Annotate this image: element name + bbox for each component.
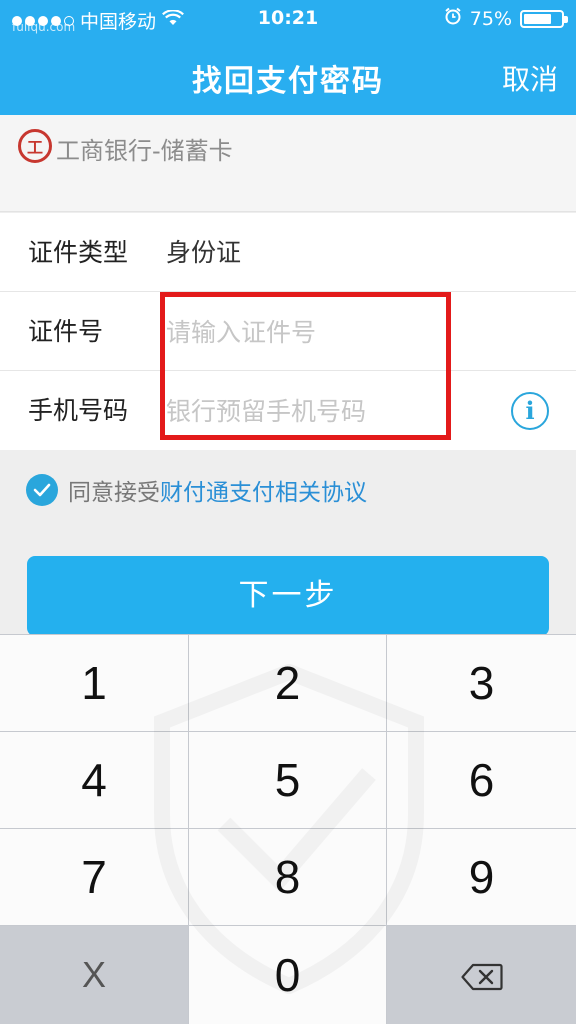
agreement-link[interactable]: 财付通支付相关协议 xyxy=(160,473,367,507)
phone-label: 手机号码 xyxy=(28,396,129,425)
key-2[interactable]: 2 xyxy=(189,635,386,731)
id-type-label: 证件类型 xyxy=(28,238,129,267)
id-number-label: 证件号 xyxy=(28,317,104,346)
battery-icon xyxy=(520,9,568,28)
backspace-key[interactable] xyxy=(387,926,576,1024)
key-4[interactable]: 4 xyxy=(0,732,188,828)
bank-logo-char: 工 xyxy=(26,138,43,157)
alarm-icon xyxy=(444,7,462,30)
highlight-annotation-box xyxy=(160,292,451,440)
bank-name: 工商银行-储蓄卡 xyxy=(56,137,233,165)
backspace-icon xyxy=(460,948,503,1002)
key-5[interactable]: 5 xyxy=(189,732,386,828)
key-0[interactable]: 0 xyxy=(189,926,386,1024)
key-8[interactable]: 8 xyxy=(189,829,386,925)
agreement-prefix: 同意接受 xyxy=(68,480,160,506)
id-type-value[interactable]: 身份证 xyxy=(166,213,241,292)
cancel-button[interactable]: 取消 xyxy=(502,58,558,98)
numeric-keypad: 1 2 3 4 5 6 7 8 9 X 0 xyxy=(0,634,576,1024)
bank-card-row: 工 工商银行-储蓄卡 xyxy=(0,115,576,212)
icbc-logo-icon: 工 xyxy=(18,129,52,163)
page-title: 找回支付密码 xyxy=(192,64,384,99)
key-7[interactable]: 7 xyxy=(0,829,188,925)
next-step-button[interactable]: 下一步 xyxy=(27,556,549,636)
key-6[interactable]: 6 xyxy=(387,732,576,828)
battery-percent: 75% xyxy=(469,7,512,30)
key-3[interactable]: 3 xyxy=(387,635,576,731)
key-9[interactable]: 9 xyxy=(387,829,576,925)
info-icon[interactable]: i xyxy=(511,392,549,430)
status-bar: 中国移动 fuliqu.com 10:21 75% xyxy=(0,0,576,38)
header: 中国移动 fuliqu.com 10:21 75% 找回支付密码 取消 xyxy=(0,0,576,115)
agree-checkbox[interactable] xyxy=(26,474,58,506)
battery-tip xyxy=(564,15,568,23)
agreement-row: 同意接受 财付通支付相关协议 xyxy=(26,473,367,507)
battery-fill xyxy=(524,13,551,24)
check-icon xyxy=(33,478,51,502)
id-type-row[interactable]: 证件类型 身份证 xyxy=(0,213,576,292)
key-1[interactable]: 1 xyxy=(0,635,188,731)
key-x[interactable]: X xyxy=(0,926,188,1024)
status-right: 75% xyxy=(444,7,568,30)
